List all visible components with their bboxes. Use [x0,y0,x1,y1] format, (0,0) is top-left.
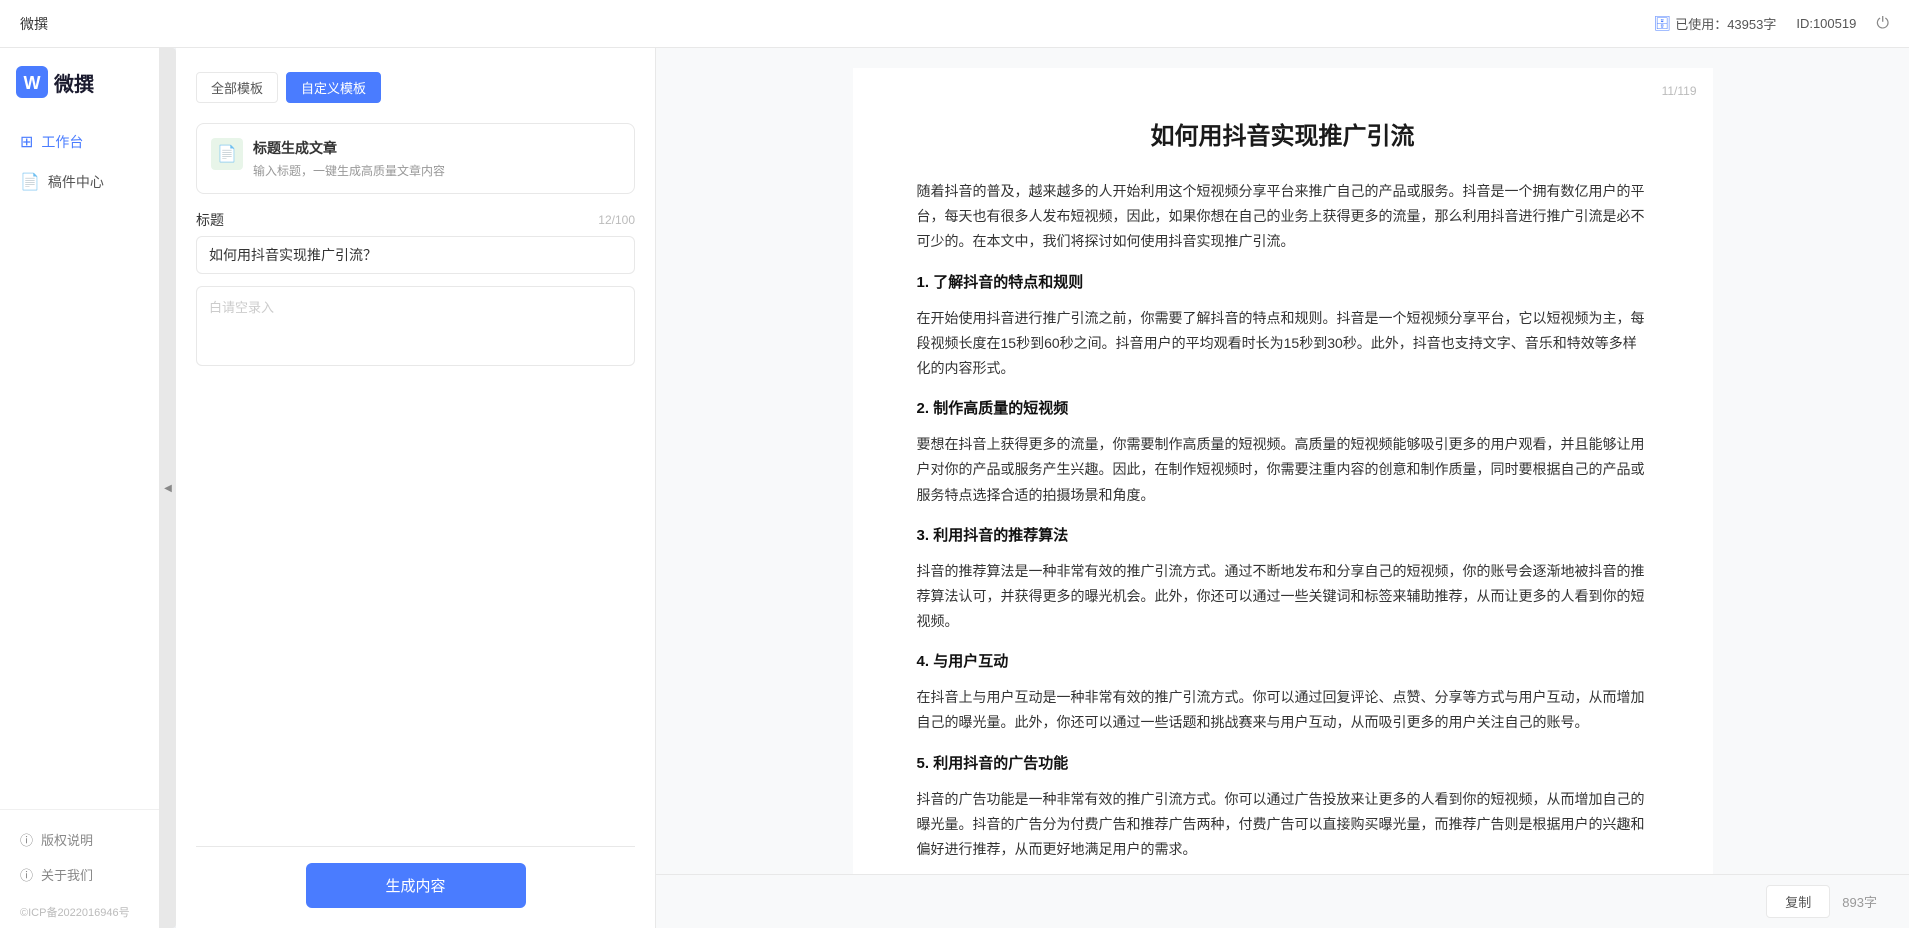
section-2-content: 要想在抖音上获得更多的流量，你需要制作高质量的短视频。高质量的短视频能够吸引更多… [917,432,1649,508]
sidebar-nav: ⊞ 工作台 📄 稿件中心 [0,114,159,202]
section-1-content: 在开始使用抖音进行推广引流之前，你需要了解抖音的特点和规则。抖音是一个短视频分享… [917,306,1649,382]
section-2-title: 2. 制作高质量的短视频 [917,395,1649,422]
topbar-usage: 🗄 已使用：43953字 [1653,14,1776,33]
form-title-count: 12/100 [598,213,635,227]
word-count: 893字 [1842,892,1877,911]
sidebar-item-label: 工作台 [41,132,83,152]
sidebar-item-workbench[interactable]: ⊞ 工作台 [0,122,159,162]
circle-icon: ⓘ [20,865,33,884]
article-intro: 随着抖音的普及，越来越多的人开始利用这个短视频分享平台来推广自己的产品或服务。抖… [917,179,1649,255]
power-icon[interactable]: ⏻ [1876,15,1889,33]
sidebar-bottom: ⓘ 版权说明 ⓘ 关于我们 [0,809,159,900]
section-5-heading: 利用抖音的广告功能 [933,755,1068,772]
tab-all-templates[interactable]: 全部模板 [196,72,278,103]
section-2-number: 2. [917,400,930,417]
section-3-content: 抖音的推荐算法是一种非常有效的推广引流方式。通过不断地发布和分享自己的短视频，你… [917,559,1649,635]
section-3-title: 3. 利用抖音的推荐算法 [917,522,1649,549]
logo-text: 微撰 [54,68,94,97]
chevron-left-icon: ◀ [164,483,172,494]
template-tabs: 全部模板 自定义模板 [196,72,635,103]
template-desc: 输入标题，一键生成高质量文章内容 [253,162,620,179]
topbar-title: 微撰 [20,14,48,34]
sidebar-icp: ©ICP备2022016946号 [0,900,159,928]
sidebar-bottom-label: 关于我们 [41,865,93,884]
sidebar-bottom-label: 版权说明 [41,830,93,849]
left-panel: 全部模板 自定义模板 📄 标题生成文章 输入标题，一键生成高质量文章内容 标题 … [176,48,656,928]
article-body: 随着抖音的普及，越来越多的人开始利用这个短视频分享平台来推广自己的产品或服务。抖… [917,179,1649,862]
template-card[interactable]: 📄 标题生成文章 输入标题，一键生成高质量文章内容 [196,123,635,194]
section-5-number: 5. [917,755,930,772]
textarea-placeholder-text: 白请空录入 [209,297,274,316]
sidebar-logo: W 微撰 [0,48,159,114]
sidebar-item-drafts[interactable]: 📄 稿件中心 [0,162,159,202]
logo-icon: W [16,66,48,98]
page-count: 11/119 [1662,84,1697,98]
section-1-title: 1. 了解抖音的特点和规则 [917,269,1649,296]
textarea-placeholder[interactable]: 白请空录入 [196,286,635,366]
section-2-heading: 制作高质量的短视频 [933,400,1068,417]
form-divider [196,846,635,847]
sidebar-item-about[interactable]: ⓘ 关于我们 [0,857,159,892]
section-4-number: 4. [917,653,930,670]
grid-icon: ⊞ [20,132,33,152]
copy-button[interactable]: 复制 [1766,885,1830,918]
section-4-title: 4. 与用户互动 [917,648,1649,675]
section-1-number: 1. [917,274,930,291]
generate-button[interactable]: 生成内容 [306,863,526,908]
article-container: 11/119 如何用抖音实现推广引流 随着抖音的普及，越来越多的人开始利用这个短… [853,68,1713,924]
database-icon: 🗄 [1653,15,1671,32]
copy-bar: 复制 893字 [656,874,1909,928]
topbar: 微撰 🗄 已使用：43953字 ID:100519 ⏻ [0,0,1909,48]
collapse-button[interactable]: ◀ [160,48,176,928]
sidebar-item-copyright[interactable]: ⓘ 版权说明 [0,822,159,857]
section-4-heading: 与用户互动 [933,653,1008,670]
sidebar: W 微撰 ⊞ 工作台 📄 稿件中心 ⓘ 版权说明 [0,48,160,928]
section-3-number: 3. [917,527,930,544]
article-title: 如何用抖音实现推广引流 [917,116,1649,151]
section-5-title: 5. 利用抖音的广告功能 [917,750,1649,777]
info-circle-icon: ⓘ [20,830,33,849]
section-3-heading: 利用抖音的推荐算法 [933,527,1068,544]
topbar-id: ID:100519 [1796,16,1856,31]
form-title-label: 标题 [196,210,224,230]
main-layout: W 微撰 ⊞ 工作台 📄 稿件中心 ⓘ 版权说明 [0,48,1909,928]
usage-text: 已使用：43953字 [1675,14,1776,33]
title-input[interactable] [196,236,635,274]
section-1-heading: 了解抖音的特点和规则 [933,274,1083,291]
document-icon: 📄 [217,144,237,164]
template-card-icon: 📄 [211,138,243,170]
file-icon: 📄 [20,172,40,192]
template-name: 标题生成文章 [253,138,620,158]
right-panel: 11/119 如何用抖音实现推广引流 随着抖音的普及，越来越多的人开始利用这个短… [656,48,1909,928]
section-4-content: 在抖音上与用户互动是一种非常有效的推广引流方式。你可以通过回复评论、点赞、分享等… [917,685,1649,735]
template-info: 标题生成文章 输入标题，一键生成高质量文章内容 [253,138,620,179]
topbar-right: 🗄 已使用：43953字 ID:100519 ⏻ [1653,14,1889,33]
tab-custom-templates[interactable]: 自定义模板 [286,72,381,103]
section-5-content: 抖音的广告功能是一种非常有效的推广引流方式。你可以通过广告投放来让更多的人看到你… [917,787,1649,863]
sidebar-item-label: 稿件中心 [48,172,104,192]
content-area: 全部模板 自定义模板 📄 标题生成文章 输入标题，一键生成高质量文章内容 标题 … [176,48,1909,928]
svg-text:W: W [24,73,41,93]
form-title-label-row: 标题 12/100 [196,210,635,230]
